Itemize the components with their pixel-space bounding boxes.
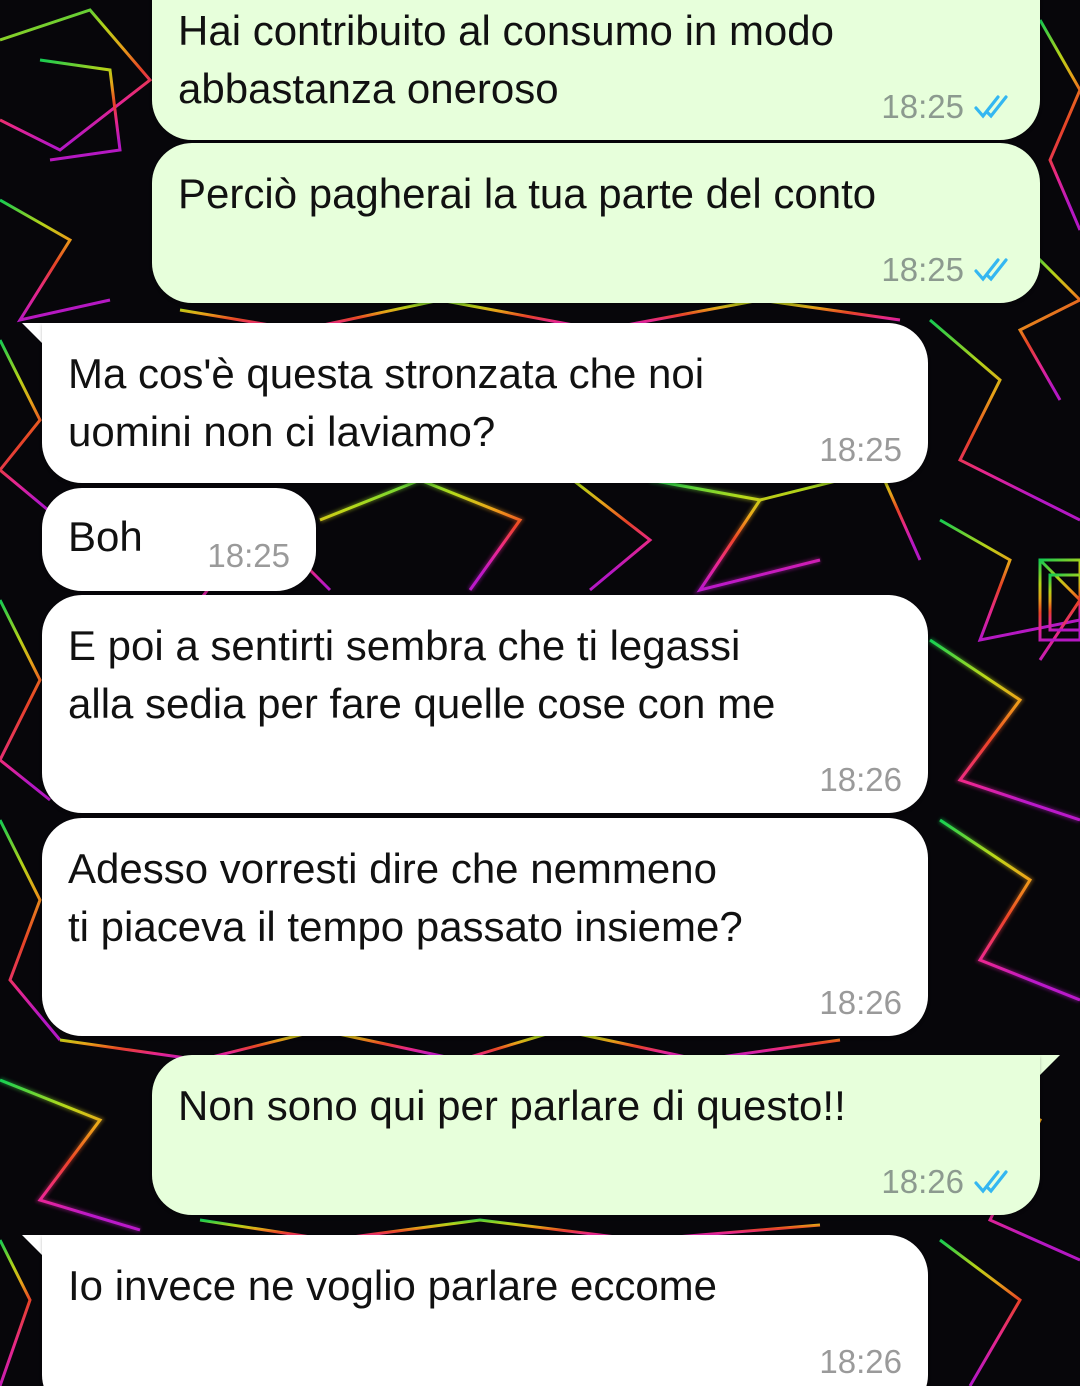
message-time: 18:26 [819, 761, 902, 798]
message-meta: 18:26 [819, 984, 902, 1022]
message-bubble-incoming[interactable]: Io invece ne voglio parlare eccome 18:26 [42, 1235, 928, 1386]
message-bubble-incoming[interactable]: Boh 18:25 [42, 488, 316, 591]
message-text: Io invece ne voglio parlare eccome [68, 1262, 718, 1309]
message-time: 18:25 [819, 431, 902, 468]
message-meta: 18:25 [881, 88, 1018, 126]
message-meta: 18:25 [819, 431, 902, 469]
message-bubble-outgoing[interactable]: Non sono qui per parlare di questo!! 18:… [152, 1055, 1040, 1215]
message-time: 18:25 [881, 251, 964, 288]
message-text: Adesso vorresti dire che nemmeno ti piac… [68, 845, 743, 950]
message-meta: 18:25 [881, 251, 1018, 289]
message-text: Non sono qui per parlare di questo!! [178, 1082, 846, 1129]
message-meta: 18:26 [819, 761, 902, 799]
message-bubble-outgoing[interactable]: Hai contribuito al consumo in modo abbas… [152, 0, 1040, 140]
message-meta: 18:26 [881, 1163, 1018, 1201]
double-check-blue-icon [974, 1170, 1008, 1194]
message-bubble-outgoing[interactable]: Perciò pagherai la tua parte del conto 1… [152, 143, 1040, 303]
message-meta: 18:26 [819, 1343, 902, 1381]
double-check-blue-icon [974, 95, 1008, 119]
double-check-blue-icon [974, 258, 1008, 282]
message-bubble-incoming[interactable]: Ma cos'è questa stronzata che noi uomini… [42, 323, 928, 483]
message-time: 18:25 [881, 88, 964, 125]
message-bubble-incoming[interactable]: Adesso vorresti dire che nemmeno ti piac… [42, 818, 928, 1036]
message-time: 18:26 [819, 1343, 902, 1380]
message-time: 18:26 [881, 1163, 964, 1200]
message-time: 18:26 [819, 984, 902, 1021]
message-text: Ma cos'è questa stronzata che noi uomini… [68, 350, 705, 455]
message-time: 18:25 [207, 537, 290, 574]
message-text: E poi a sentirti sembra che ti legassi a… [68, 622, 776, 727]
message-meta: 18:25 [207, 537, 290, 575]
message-bubble-incoming[interactable]: E poi a sentirti sembra che ti legassi a… [42, 595, 928, 813]
message-text: Perciò pagherai la tua parte del conto [178, 170, 877, 217]
